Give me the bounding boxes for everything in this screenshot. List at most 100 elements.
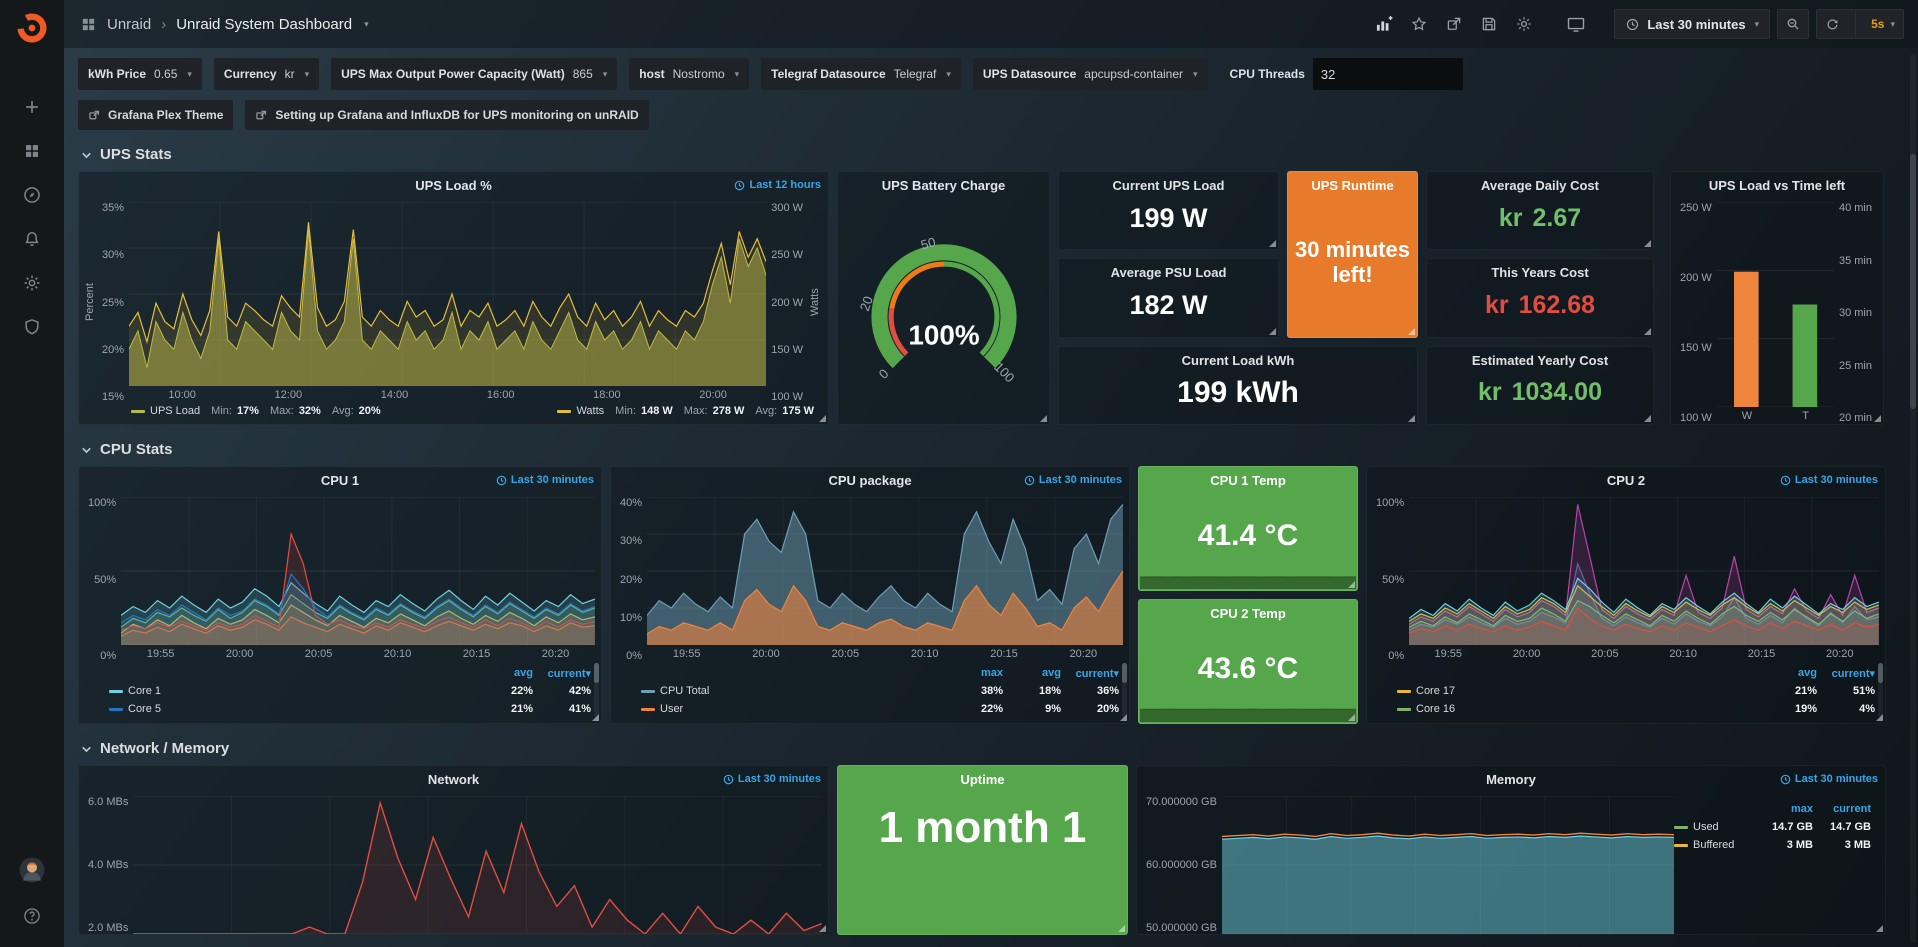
series-name[interactable]: Used [1674,821,1755,833]
series-name[interactable]: Buffered [1674,839,1755,851]
panel-title[interactable]: UPS Battery Charge [882,178,1006,193]
sidebar-item-server-admin[interactable] [12,310,52,344]
share-button[interactable] [1440,10,1468,38]
sidebar-item-alerting[interactable] [12,222,52,256]
legend-sort-max[interactable]: max [945,667,1003,679]
legend-sort-current[interactable]: current [1813,803,1871,815]
section-header-network-memory[interactable]: Network / Memory [80,740,1904,757]
panel-title[interactable]: Estimated Yearly Cost [1427,347,1653,368]
variable-telegraf-datasource[interactable]: Telegraf Datasource Telegraf ▾ [761,58,961,90]
series-name[interactable]: Core 1 [109,685,475,697]
panel-resize-handle[interactable] [1876,714,1883,721]
panel-time-range-badge[interactable]: Last 30 minutes [496,474,594,486]
page-scrollbar[interactable] [1910,54,1916,943]
sidebar-item-profile[interactable] [12,853,52,887]
variable-host[interactable]: host Nostromo ▾ [629,58,749,90]
legend-sort-current[interactable]: current▾ [533,667,591,680]
panel-resize-handle[interactable] [1874,415,1881,422]
variable-kwh-price[interactable]: kWh Price 0.65 ▾ [78,58,202,90]
panel-title[interactable]: Current Load kWh [1059,347,1417,368]
panel-resize-handle[interactable] [1269,240,1276,247]
series-name[interactable]: Core 16 [1397,703,1759,715]
panel-time-range-badge[interactable]: Last 30 minutes [1024,474,1122,486]
panel-title[interactable]: Average Daily Cost [1427,172,1653,193]
panel-title[interactable]: CPU package [828,473,911,488]
series-name[interactable]: UPS Load [150,405,200,417]
dashboard-title[interactable]: Unraid System Dashboard [176,16,352,33]
sidebar-item-configuration[interactable] [12,266,52,300]
link-ups-monitoring-guide[interactable]: Setting up Grafana and InfluxDB for UPS … [245,100,648,130]
panel-time-range-badge[interactable]: Last 30 minutes [1780,773,1878,785]
zoom-out-button[interactable] [1777,9,1809,39]
breadcrumb-folder[interactable]: Unraid [107,16,151,33]
panel-resize-handle[interactable] [592,714,599,721]
panel-title[interactable]: Current UPS Load [1059,172,1278,193]
variable-currency[interactable]: Currency kr ▾ [214,58,319,90]
panel-resize-handle[interactable] [1644,240,1651,247]
panel-resize-handle[interactable] [819,415,826,422]
save-button[interactable] [1475,10,1503,38]
sidebar-item-dashboards[interactable] [12,134,52,168]
panel-resize-handle[interactable] [1348,714,1355,721]
variable-ups-max-output[interactable]: UPS Max Output Power Capacity (Watt) 865… [331,58,617,90]
panel-title[interactable]: Average PSU Load [1059,259,1278,280]
dashboard-settings-button[interactable] [1510,10,1538,38]
legend-scrollbar[interactable] [1122,663,1127,717]
panel-resize-handle[interactable] [819,925,826,932]
sidebar-item-help[interactable] [12,899,52,933]
cycle-view-mode-button[interactable] [1562,10,1590,38]
panel-title[interactable]: This Years Cost [1427,259,1653,280]
panel-resize-handle[interactable] [1408,328,1415,335]
panel-title[interactable]: Network [428,772,479,787]
panel-title[interactable]: Memory [1486,772,1536,787]
panel-title[interactable]: UPS Load vs Time left [1709,178,1845,193]
panel-time-range-badge[interactable]: Last 12 hours [734,179,821,191]
cpu-threads-input[interactable] [1313,58,1463,90]
legend-sort-avg[interactable]: avg [1759,667,1817,679]
time-range-picker[interactable]: Last 30 minutes ▾ [1614,9,1770,39]
sidebar-item-create[interactable] [12,90,52,124]
panel-title[interactable]: CPU 1 [321,473,359,488]
panel-resize-handle[interactable] [1118,925,1125,932]
link-grafana-plex-theme[interactable]: Grafana Plex Theme [78,100,233,130]
panel-title[interactable]: CPU 2 [1607,473,1645,488]
refresh-button[interactable] [1817,10,1848,38]
caret-down-icon[interactable]: ▾ [364,19,369,30]
panel-time-range-badge[interactable]: Last 30 minutes [723,773,821,785]
mark-favorite-button[interactable] [1405,10,1433,38]
sidebar-item-explore[interactable] [12,178,52,212]
panel-title[interactable]: UPS Load % [415,178,492,193]
legend-sort-current[interactable]: current▾ [1817,667,1875,680]
series-name[interactable]: User [641,703,945,715]
legend-sort-avg[interactable]: avg [475,667,533,679]
panel-time-range-badge[interactable]: Last 30 minutes [1780,474,1878,486]
section-header-ups-stats[interactable]: UPS Stats [80,146,1904,163]
dashboard-grid-icon[interactable] [80,16,97,33]
grafana-logo[interactable] [12,8,52,48]
series-name[interactable]: Core 5 [109,703,475,715]
legend-sort-current[interactable]: current▾ [1061,667,1119,680]
panel-title[interactable]: Uptime [838,766,1127,787]
refresh-interval-select[interactable]: 5s ▾ [1863,17,1903,31]
panel-resize-handle[interactable] [1408,415,1415,422]
panel-resize-handle[interactable] [1644,328,1651,335]
series-name[interactable]: Core 17 [1397,685,1759,697]
panel-resize-handle[interactable] [1644,415,1651,422]
series-name[interactable]: CPU Total [641,685,945,697]
section-header-cpu-stats[interactable]: CPU Stats [80,441,1904,458]
variable-ups-datasource[interactable]: UPS Datasource apcupsd-container ▾ [973,58,1208,90]
legend-sort-max[interactable]: max [1755,803,1813,815]
panel-resize-handle[interactable] [1876,925,1883,932]
legend-scrollbar[interactable] [1878,663,1883,717]
panel-title[interactable]: UPS Runtime [1288,172,1417,193]
legend-sort-avg[interactable]: avg [1003,667,1061,679]
add-panel-button[interactable] [1370,10,1398,38]
panel-resize-handle[interactable] [1040,415,1047,422]
legend-scrollbar[interactable] [594,663,599,717]
panel-resize-handle[interactable] [1348,581,1355,588]
panel-resize-handle[interactable] [1269,328,1276,335]
panel-resize-handle[interactable] [1120,714,1127,721]
scrollbar-thumb[interactable] [1910,154,1916,409]
panel-title[interactable]: CPU 2 Temp [1139,600,1357,621]
series-name[interactable]: Watts [576,405,604,417]
